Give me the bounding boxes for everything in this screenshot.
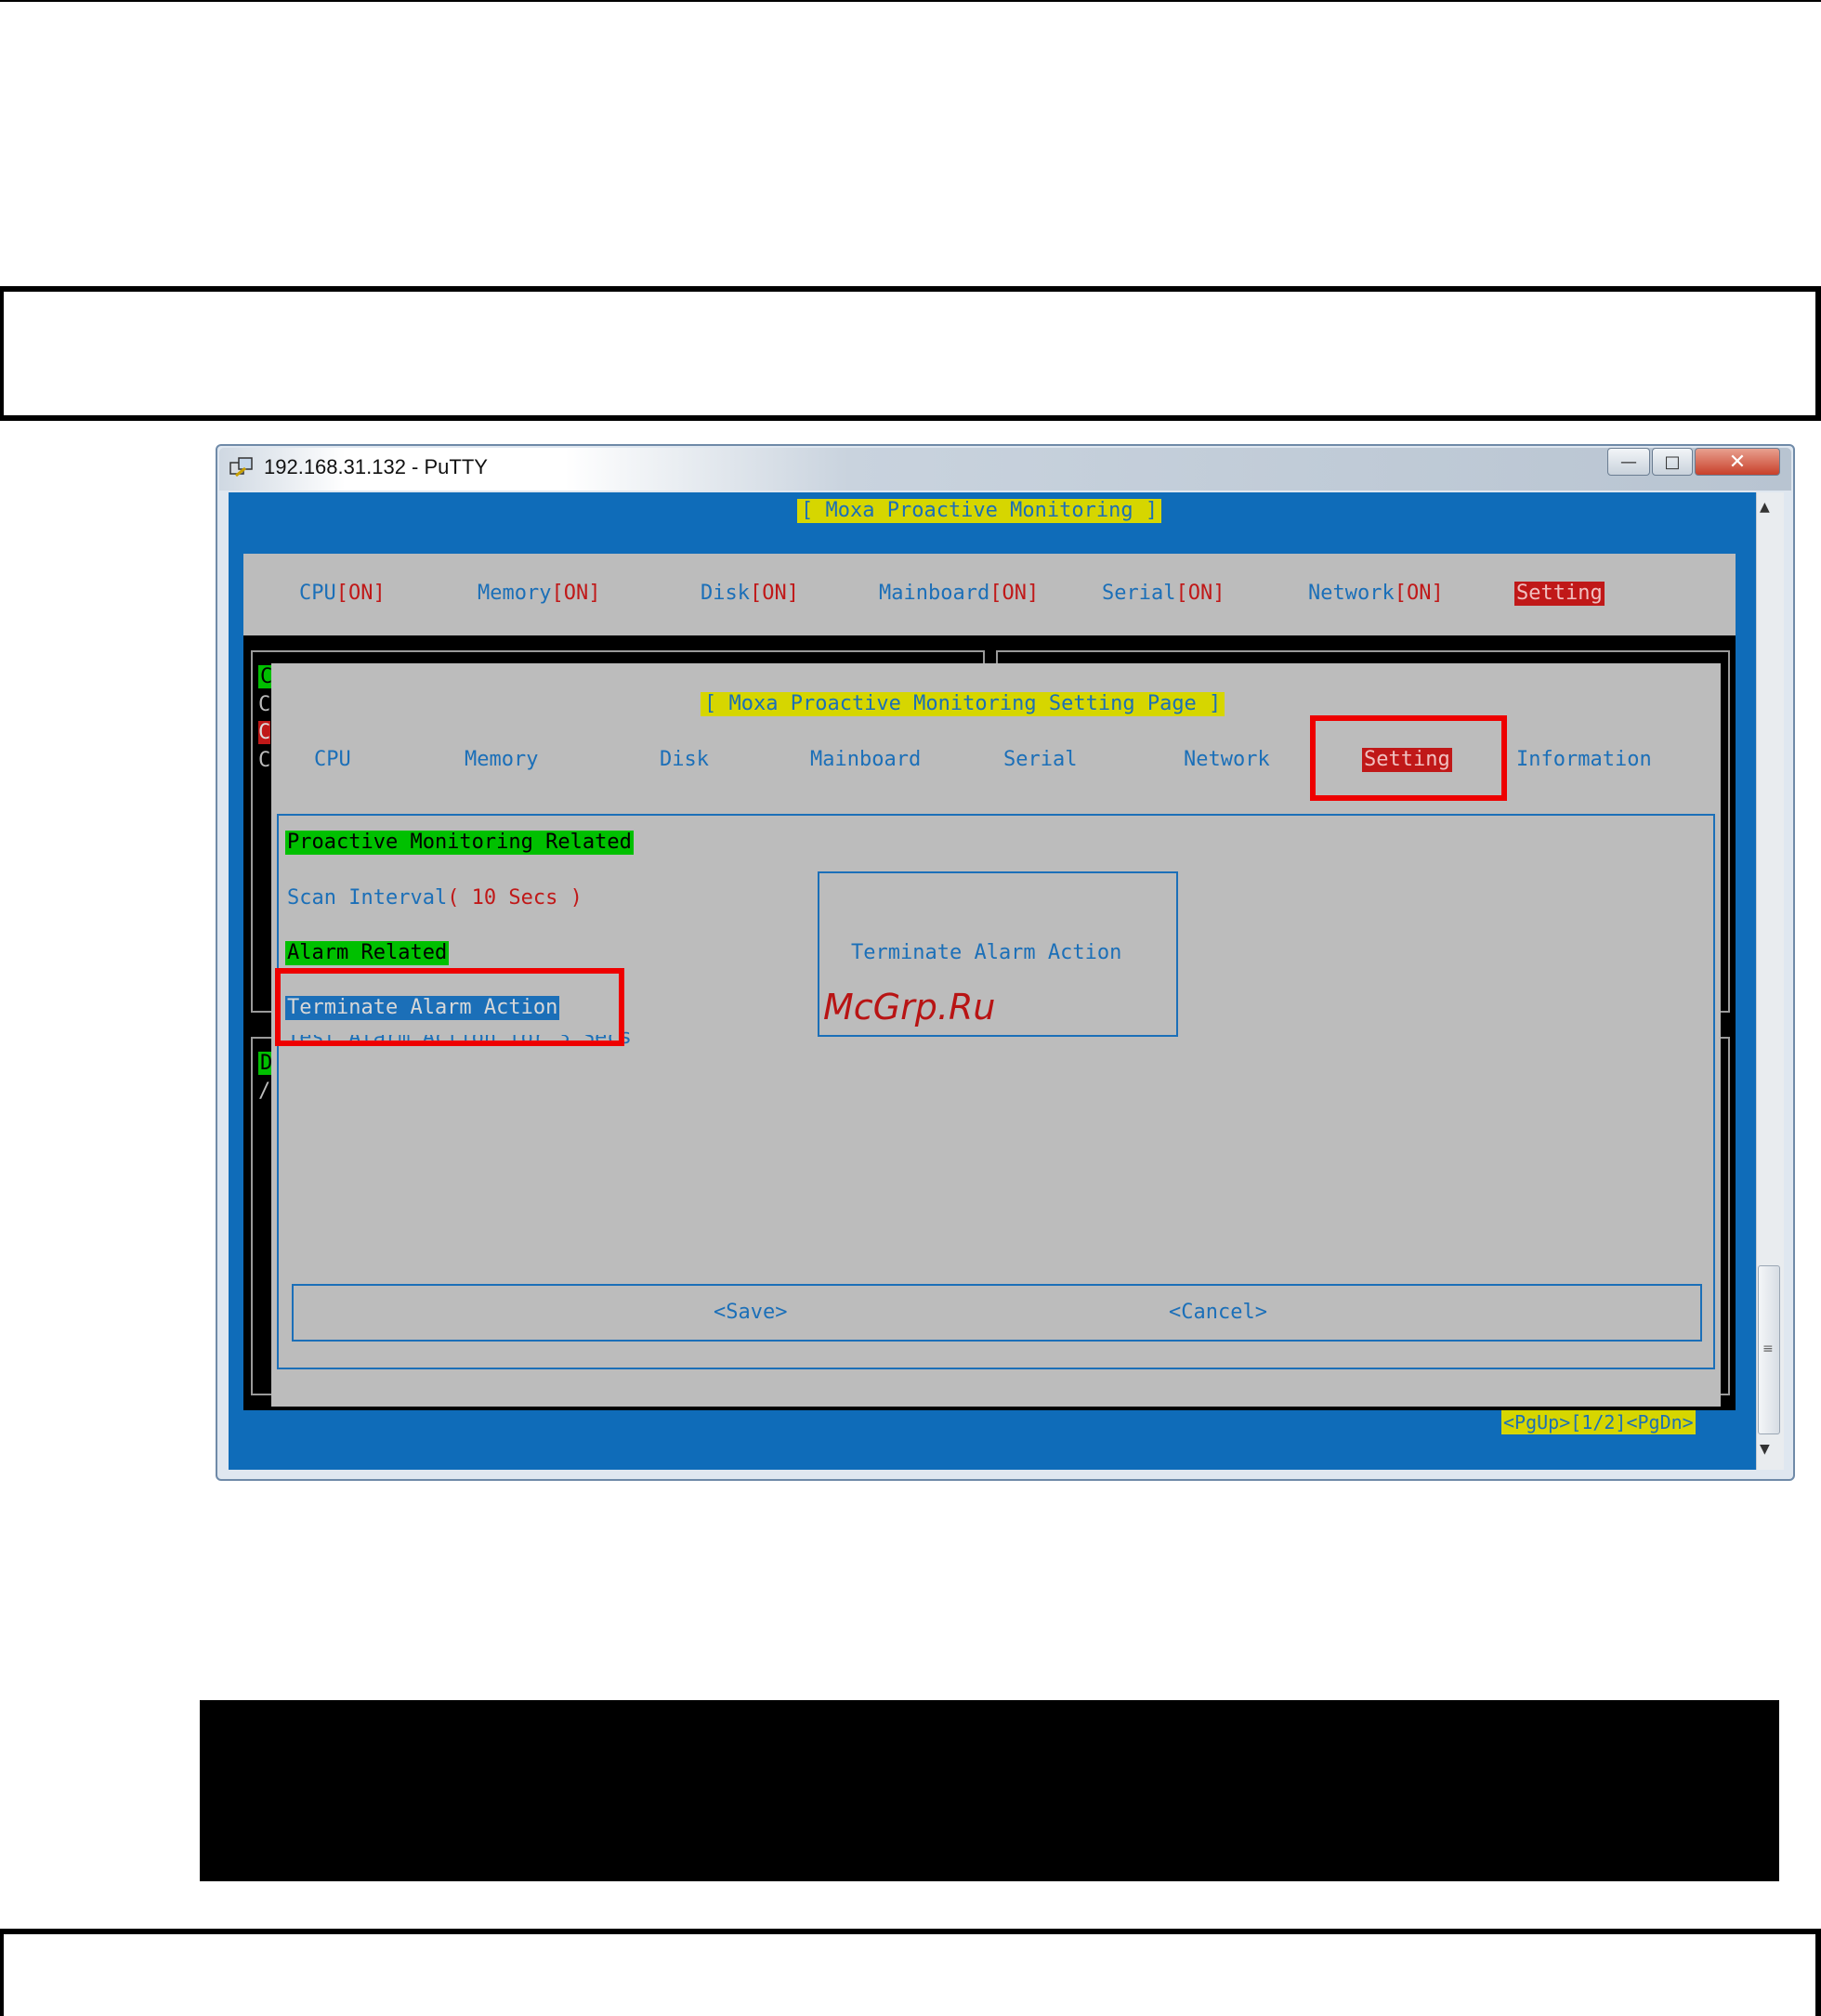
tab-memory[interactable]: Memory[ON] [478,582,600,606]
setting-tab-information[interactable]: Information [1516,748,1652,772]
top-rule [0,0,1821,2]
scan-interval-value: ( 10 Secs ) [447,886,583,910]
scroll-up-arrow-icon[interactable]: ▲ [1760,500,1770,515]
setting-tab-network[interactable]: Network [1184,748,1270,772]
tab-state: [ON] [551,582,601,605]
document-header-box [0,286,1821,421]
annotation-highlight-setting-tab [1310,715,1507,801]
document-footer-box [0,1929,1821,2016]
setting-tab-serial[interactable]: Serial [1003,748,1077,772]
section-alarm-heading: Alarm Related [285,941,450,965]
minimize-button[interactable]: — [1607,448,1650,476]
setting-tab-disk[interactable]: Disk [660,748,709,772]
tab-mainboard[interactable]: Mainboard[ON] [879,582,1039,606]
background-char: C [258,749,271,772]
cancel-button[interactable]: <Cancel> [1169,1301,1267,1325]
tab-state: [ON] [335,582,386,605]
background-char: / [258,1080,271,1103]
window-title: 192.168.31.132 - PuTTY [264,455,488,478]
terminal-header: [ Moxa Proactive Monitoring ] [797,499,1162,523]
watermark: McGrp.Ru [823,987,996,1028]
pager-indicator[interactable]: <PgUp>[1/2]<PgDn> [1501,1410,1696,1434]
putty-icon [229,455,255,481]
tab-label: Memory [478,582,552,605]
tab-label: Serial [1102,582,1176,605]
tab-label: Disk [701,582,750,605]
section-monitoring-heading: Proactive Monitoring Related [285,831,634,855]
tab-disk[interactable]: Disk[ON] [701,582,799,606]
dialog-button-row [292,1284,1702,1342]
save-button[interactable]: <Save> [714,1301,787,1325]
background-char: C [258,693,271,716]
setting-tab-mainboard[interactable]: Mainboard [810,748,921,772]
setting-page-title: [ Moxa Proactive Monitoring Setting Page… [701,692,1225,716]
tab-state: [ON] [1394,582,1444,605]
scrollbar-grip-icon: ≡ [1762,1342,1774,1356]
scan-interval-label: Scan Interval [287,886,448,910]
background-char: C [258,721,271,744]
annotation-highlight-terminate-item [275,968,624,1046]
redacted-block [200,1700,1779,1881]
tab-cpu[interactable]: CPU[ON] [299,582,386,606]
tab-state: [ON] [749,582,799,605]
tab-state: [ON] [1175,582,1225,605]
tab-label: CPU [299,582,336,605]
tab-serial[interactable]: Serial[ON] [1102,582,1225,606]
tab-network[interactable]: Network[ON] [1308,582,1444,606]
setting-tab-cpu[interactable]: CPU [314,748,351,772]
maximize-button[interactable]: □ [1652,448,1693,476]
tab-state: [ON] [989,582,1040,605]
tab-label: Network [1308,582,1395,605]
tab-setting[interactable]: Setting [1514,582,1605,606]
popup-text: Terminate Alarm Action [851,941,1122,964]
setting-tab-memory[interactable]: Memory [465,748,538,772]
tab-label: Mainboard [879,582,990,605]
close-button[interactable]: ✕ [1695,448,1780,476]
scan-interval-item[interactable]: Scan Interval( 10 Secs ) [287,886,583,910]
scroll-down-arrow-icon[interactable]: ▼ [1760,1442,1770,1457]
